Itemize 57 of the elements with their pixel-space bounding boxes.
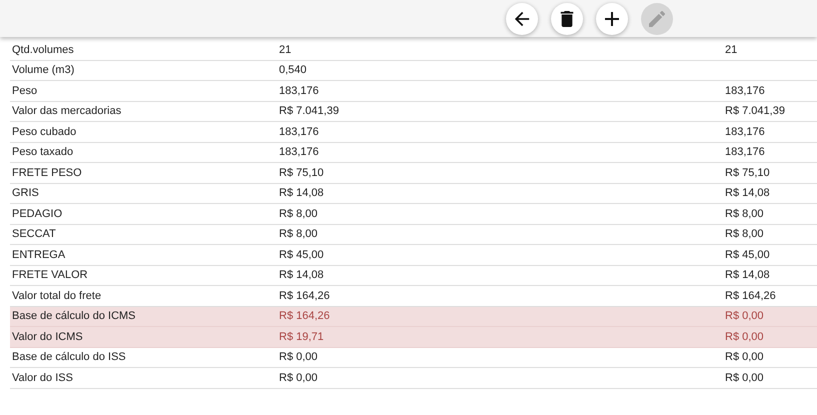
- table-cell-text: Peso taxado: [11, 146, 74, 158]
- table-cell-text: R$ 0,00: [725, 310, 765, 322]
- arrow-left-icon: [514, 10, 530, 26]
- table-cell-text: Qtd.volumes: [11, 44, 75, 56]
- add-button[interactable]: [596, 2, 628, 34]
- table-cell-text: Peso cubado: [11, 126, 78, 138]
- delete-button[interactable]: [551, 2, 583, 34]
- table-cell-text: ENTREGA: [11, 248, 66, 261]
- table-cell-text: Valor do ICMS: [11, 330, 84, 343]
- table-cell-text: R$ 45,00: [725, 248, 771, 261]
- table-cell-text: 21: [279, 44, 292, 56]
- table-cell-text: Peso: [11, 84, 38, 97]
- table-cell-text: 183,176: [725, 84, 766, 97]
- table-cell-text: 183,176: [279, 126, 320, 138]
- table-cell-text: 21: [725, 44, 738, 56]
- table-cell-text: R$ 14,08: [279, 269, 325, 282]
- trash-icon: [559, 10, 575, 26]
- table-cell-text: Base de cálculo do ICMS: [11, 310, 137, 322]
- table-cell-text: 183,176: [279, 146, 320, 158]
- table-cell-text: R$ 45,00: [279, 248, 325, 261]
- table-cell-text: 0,540: [279, 64, 308, 76]
- table-cell-text: R$ 8,00: [725, 208, 765, 220]
- table-cell-text: 183,176: [279, 84, 320, 97]
- table-cell-text: R$ 164,26: [279, 290, 331, 302]
- table-cell-text: R$ 75,10: [279, 166, 325, 179]
- table-cell-text: Valor do ISS: [11, 372, 74, 384]
- table-cell-text: R$ 0,00: [279, 351, 319, 364]
- table-cell-text: R$ 0,00: [725, 351, 765, 364]
- table-cell-text: R$ 7.041,39: [725, 105, 786, 118]
- table-cell-text: R$ 75,10: [725, 166, 771, 179]
- table-cell-text: R$ 19,71: [279, 330, 325, 343]
- table-cell-text: Volume (m3): [11, 64, 76, 76]
- table-cell-text: R$ 14,08: [725, 269, 771, 282]
- pencil-icon: [649, 10, 665, 26]
- table-cell-text: R$ 14,08: [279, 187, 325, 200]
- table-cell-text: FRETE PESO: [11, 166, 83, 179]
- table-cell-text: R$ 0,00: [279, 372, 319, 384]
- table-cell-text: PEDAGIO: [11, 208, 64, 220]
- table-cell-text: FRETE VALOR: [11, 269, 89, 282]
- table-cell-text: R$ 8,00: [279, 228, 319, 240]
- table-cell-text: GRIS: [11, 187, 40, 200]
- table-cell-text: Base de cálculo do ISS: [11, 351, 127, 364]
- table-cell-text: 183,176: [725, 126, 766, 138]
- back-button[interactable]: [506, 2, 538, 34]
- table-cell-text: R$ 8,00: [279, 208, 319, 220]
- table-cell-text: Valor das mercadorias: [11, 105, 122, 118]
- table-cell-text: R$ 0,00: [725, 330, 765, 343]
- table-cell-text: R$ 164,26: [725, 290, 777, 302]
- table-cell-text: SECCAT: [11, 228, 57, 240]
- table-cell-text: 183,176: [725, 146, 766, 158]
- table-cell-text: R$ 14,08: [725, 187, 771, 200]
- table-cell-text: R$ 8,00: [725, 228, 765, 240]
- table-cell-text: Valor total do frete: [11, 290, 102, 302]
- table-cell-text: R$ 164,26: [279, 310, 331, 322]
- table-cell-text: R$ 7.041,39: [279, 105, 340, 118]
- table-cell-text: R$ 0,00: [725, 372, 765, 384]
- plus-icon: [605, 12, 619, 26]
